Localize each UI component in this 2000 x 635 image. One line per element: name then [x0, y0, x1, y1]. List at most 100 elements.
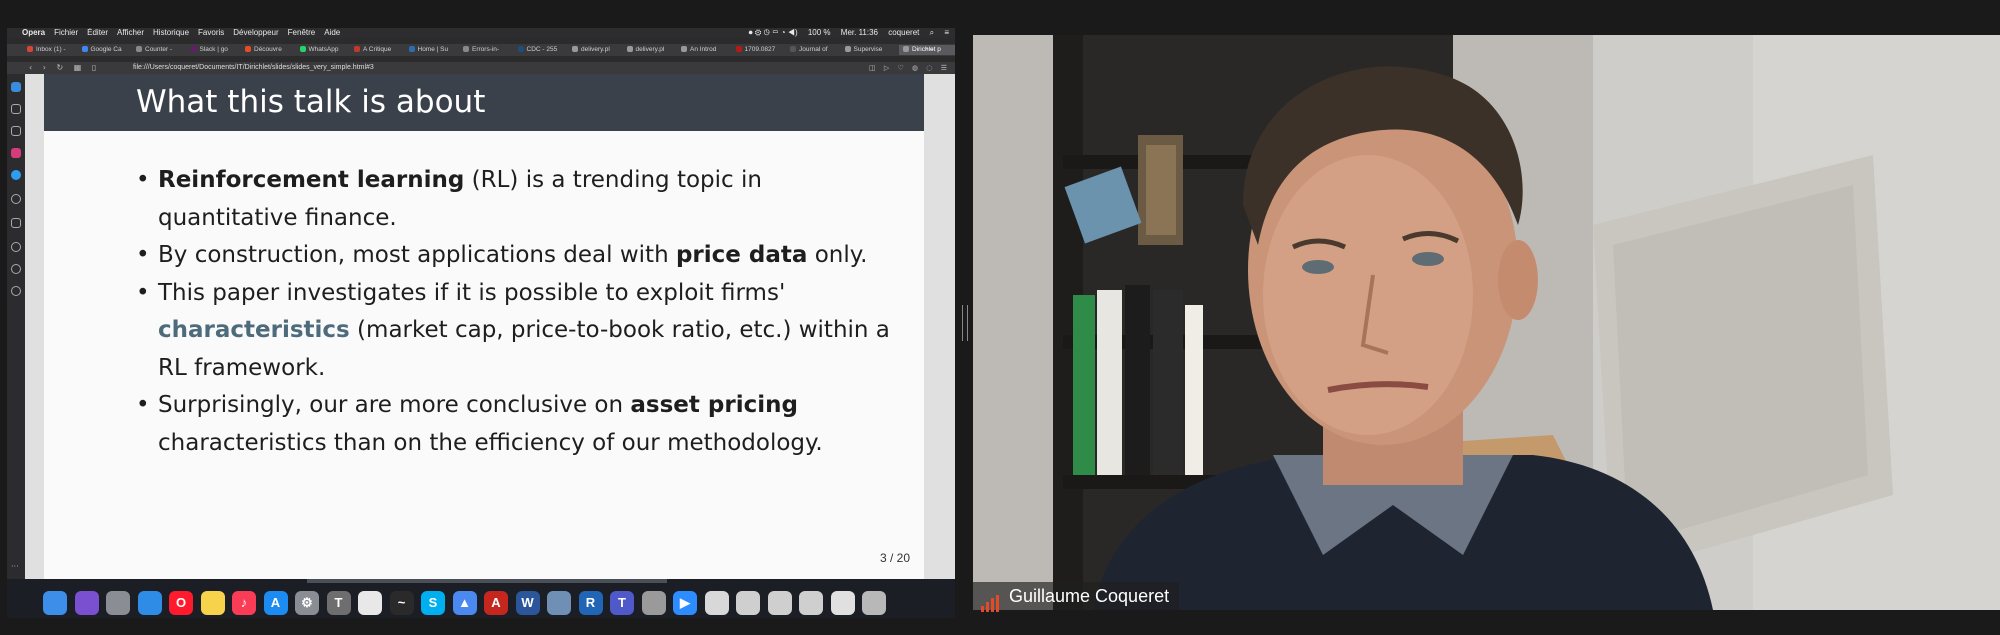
opera-icon[interactable]: O — [169, 591, 193, 615]
favorites-icon[interactable] — [11, 242, 21, 252]
browser-tab[interactable]: Inbox (1) - — [27, 45, 76, 55]
screenshot-thumb-icon-3[interactable] — [799, 591, 823, 615]
clock-label: Mer. 11:36 — [840, 28, 878, 37]
status-icons: ⏺ ⚙ ◷ ▭ ◔ ◀) — [748, 28, 798, 37]
preview-icon[interactable] — [547, 591, 571, 615]
r-icon[interactable]: R — [578, 591, 603, 615]
tab-label: delivery.pl — [581, 46, 610, 53]
menu-item[interactable]: Développeur — [233, 28, 278, 37]
instagram-icon[interactable] — [11, 148, 21, 158]
reload-icon[interactable]: ↻ — [57, 63, 64, 72]
app-store-icon[interactable]: A — [263, 591, 288, 615]
zoom-icon[interactable]: ▶ — [673, 591, 697, 615]
siri-icon[interactable] — [74, 591, 99, 615]
video-frame — [973, 35, 2000, 610]
browser-tab[interactable]: Google Ca — [81, 45, 131, 55]
menu-item[interactable]: Favoris — [198, 28, 224, 37]
menu-icon[interactable]: ☰ — [941, 64, 947, 72]
tab-label: Slack | go — [199, 46, 228, 53]
new-tab-icon[interactable]: + ⌕ — [925, 45, 945, 55]
tab-label: CDC - 255 — [526, 46, 558, 53]
trash-icon[interactable] — [862, 591, 886, 615]
menu-item[interactable]: Afficher — [117, 28, 144, 37]
bullet-text: characteristics than on the efficiency o… — [158, 429, 823, 456]
activity-monitor-icon[interactable]: ~ — [389, 591, 414, 615]
browser-tab[interactable]: CDC - 255 — [517, 45, 567, 55]
url-field[interactable]: file:///Users/coqueret/Documents/IT/Diri… — [133, 62, 374, 74]
extensions-icon[interactable]: ◌ — [926, 64, 932, 72]
acrobat-icon[interactable]: A — [484, 591, 508, 615]
split-view-divider[interactable] — [962, 305, 968, 341]
drive-icon[interactable]: ▲ — [452, 591, 477, 615]
browser-tab[interactable]: Errors-in- — [463, 45, 512, 55]
menu-item[interactable]: Fichier — [54, 28, 78, 37]
page-info-icon[interactable]: ▯ — [92, 63, 96, 72]
send-icon[interactable] — [11, 218, 21, 228]
screenshot-thumb-icon[interactable] — [736, 591, 760, 615]
window-thumb-icon[interactable] — [830, 591, 855, 615]
tab-label: Journal of — [799, 46, 828, 53]
safari-icon[interactable] — [137, 591, 162, 615]
browser-tab[interactable]: An Introd — [681, 45, 730, 55]
favicon-icon — [626, 46, 633, 52]
tex-icon[interactable]: T — [326, 591, 351, 615]
teams-icon[interactable]: T — [610, 591, 634, 615]
skype-icon[interactable]: S — [421, 591, 445, 615]
browser-tab[interactable]: Slack | go — [190, 45, 240, 55]
menu-item[interactable]: Fenêtre — [288, 28, 316, 37]
menu-item[interactable]: Éditer — [87, 28, 108, 37]
browser-tab[interactable]: Découvre — [245, 45, 294, 55]
more-icon[interactable]: ··· — [11, 562, 21, 572]
browser-tab[interactable]: WhatsApp — [299, 45, 349, 55]
menu-item[interactable]: Aide — [324, 28, 340, 37]
browser-tab[interactable]: delivery.pl — [626, 45, 676, 55]
workspace-icon[interactable] — [11, 82, 21, 92]
tab-label: Errors-in- — [472, 46, 500, 53]
bullet-text: only. — [807, 242, 868, 268]
play-icon[interactable]: ▷ — [884, 64, 889, 72]
system-preferences-icon[interactable]: ⚙ — [295, 591, 319, 615]
spotlight-icon[interactable]: ⌕ — [930, 28, 934, 37]
clock-icon[interactable] — [11, 264, 21, 274]
history-icon[interactable] — [11, 194, 21, 204]
launchpad-icon[interactable] — [106, 591, 130, 615]
forward-icon[interactable]: › — [43, 63, 46, 72]
browser-tab[interactable]: Supervise — [844, 45, 894, 55]
screenshot-thumb-icon-2[interactable] — [767, 591, 792, 615]
music-icon[interactable]: ♪ — [232, 591, 256, 615]
document-icon[interactable] — [704, 591, 729, 615]
favicon-icon — [81, 46, 88, 52]
back-icon[interactable]: ‹ — [29, 63, 32, 72]
shared-screen: Opera Fichier Éditer Afficher Historique Favo… — [7, 28, 955, 618]
tab-label: Google Ca — [90, 46, 122, 53]
browser-tab[interactable]: Home | Su — [408, 45, 458, 55]
macos-menu-bar: Opera Fichier Éditer Afficher Historique Favo… — [7, 28, 955, 38]
slide-header: What this talk is about — [44, 74, 924, 131]
menu-item[interactable]: Opera — [22, 28, 45, 37]
notes-icon[interactable] — [200, 591, 225, 615]
browser-nav: ‹ › ↻ ▦ ▯ — [29, 62, 104, 74]
home-icon[interactable] — [11, 104, 21, 114]
news-icon[interactable] — [11, 126, 21, 136]
browser-tab[interactable]: delivery.pl — [572, 45, 621, 55]
browser-tab[interactable]: Journal of — [790, 45, 839, 55]
tabs-grid-icon[interactable]: ▦ — [74, 63, 82, 72]
finder-icon[interactable] — [43, 591, 67, 615]
tab-label: An Introd — [690, 46, 717, 53]
bullet-bold: price data — [675, 242, 808, 268]
camera-icon[interactable]: ◫ — [869, 64, 876, 72]
browser-tab[interactable]: 1709.0827 — [735, 45, 785, 55]
word-icon[interactable]: W — [515, 591, 540, 615]
browser-tab[interactable]: A Critique — [354, 45, 403, 55]
bulb-icon[interactable] — [11, 286, 21, 296]
textedit-icon[interactable] — [358, 591, 382, 615]
messenger-icon[interactable] — [11, 170, 21, 180]
browser-tab[interactable]: Counter - — [136, 45, 185, 55]
menu-item[interactable]: Historique — [153, 28, 189, 37]
heart-icon[interactable]: ♡ — [898, 64, 904, 72]
favicon-icon — [354, 46, 360, 52]
bullet-bold: asset pricing — [630, 392, 798, 418]
archive-icon[interactable] — [641, 591, 666, 615]
vpn-icon[interactable]: ◍ — [912, 64, 918, 72]
control-center-icon[interactable]: ≡ — [944, 28, 949, 37]
